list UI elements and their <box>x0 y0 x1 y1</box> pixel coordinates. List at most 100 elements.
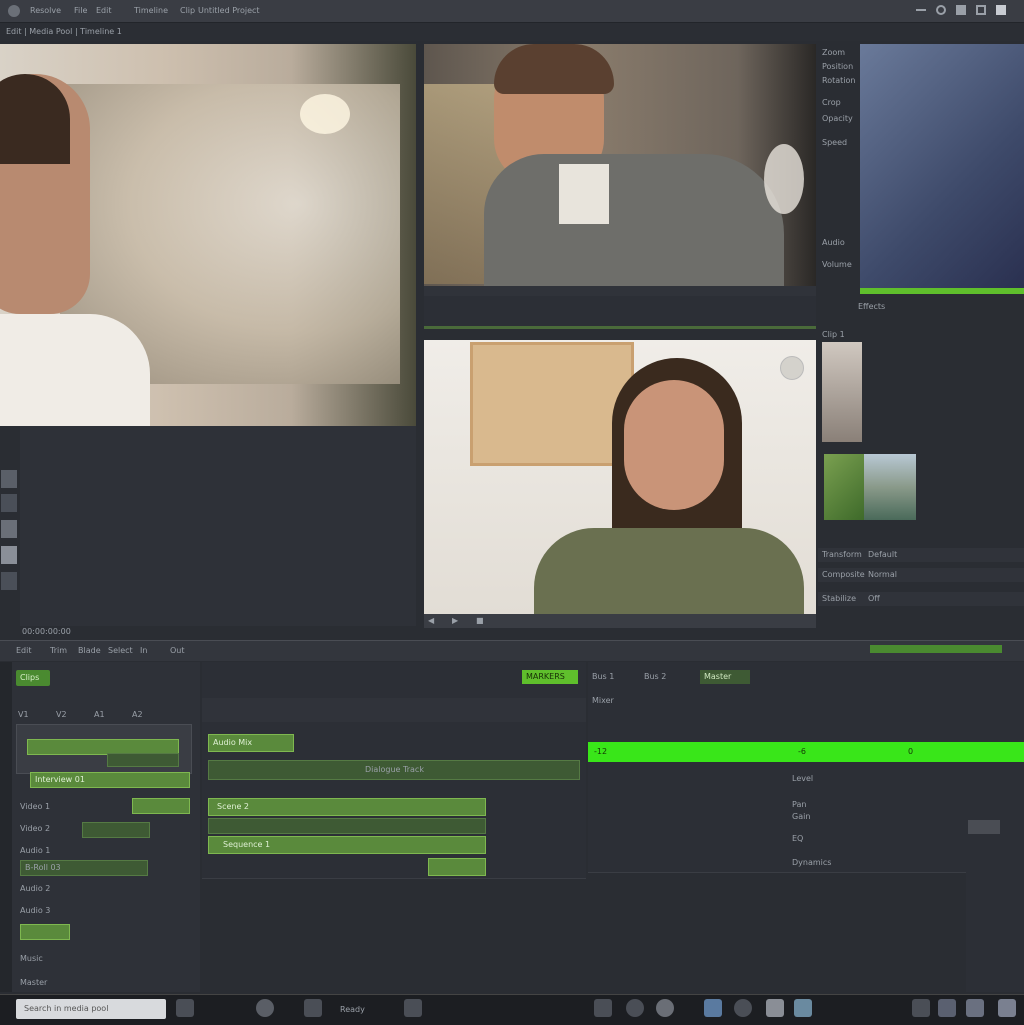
mixer-meter-bar: -12 -6 0 <box>588 742 1024 762</box>
minimize-icon[interactable] <box>916 9 926 11</box>
track-left-clip-4-label: B-Roll 03 <box>25 863 61 872</box>
app-icon-14[interactable] <box>966 999 984 1017</box>
timeline-tab-label: Clips <box>20 673 40 682</box>
menu-item-1[interactable]: File <box>74 6 87 16</box>
play-back-button[interactable]: ◀ <box>428 616 434 626</box>
inspector-row-1-name: Composite <box>822 570 865 579</box>
app-icon-12[interactable] <box>912 999 930 1017</box>
inspector-row-0-name: Transform <box>822 550 862 559</box>
grid-icon[interactable] <box>956 5 966 15</box>
flowers <box>764 144 804 214</box>
viewer-left-empty <box>20 426 416 626</box>
clip-main-5[interactable]: Sequence 1 <box>208 836 486 854</box>
menu-item-0[interactable]: Resolve <box>30 6 61 16</box>
viewer-top-scrubber[interactable] <box>424 286 816 296</box>
play-button[interactable]: ▶ <box>452 616 458 626</box>
app-icon-7[interactable] <box>656 999 674 1017</box>
inspector-label-1: Position <box>822 62 854 71</box>
track-label-2: Audio 1 <box>20 846 51 855</box>
menu-item-4[interactable]: Clip <box>180 6 195 16</box>
app-icon-13[interactable] <box>938 999 956 1017</box>
app-icon-5[interactable] <box>594 999 612 1017</box>
timeline-tool-1[interactable]: Trim <box>50 646 67 656</box>
markers-button[interactable]: MARKERS <box>522 670 578 684</box>
clip-main-3-label: Scene 2 <box>217 802 250 811</box>
app-icon-3[interactable] <box>304 999 322 1017</box>
track-left-clip-2[interactable] <box>132 798 190 814</box>
menu-item-2[interactable]: Edit <box>96 6 112 16</box>
mixer-tab-0[interactable]: Bus 1 <box>592 672 614 682</box>
inspector-row-0[interactable]: Transform Default <box>818 548 1024 562</box>
header-a2[interactable]: A2 <box>132 710 143 720</box>
header-a1[interactable]: A1 <box>94 710 105 720</box>
track-left-clip[interactable]: Interview 01 <box>30 772 190 788</box>
clip-main-1[interactable]: Audio Mix <box>208 734 294 752</box>
track-left-clip-4[interactable]: B-Roll 03 <box>20 860 148 876</box>
track-label-4: Audio 3 <box>20 906 51 915</box>
mixer-value-2: Gain <box>792 812 811 821</box>
left-thumb-strip[interactable] <box>0 430 18 630</box>
viewer-top[interactable] <box>424 44 816 286</box>
app-icon-2[interactable] <box>256 999 274 1017</box>
header-v2[interactable]: V2 <box>56 710 67 720</box>
inspector-row-2-name: Stabilize <box>822 594 856 603</box>
app-icon-9[interactable] <box>734 999 752 1017</box>
inspector-thumb-3[interactable] <box>864 454 916 520</box>
mixer-tab-2[interactable]: Master <box>704 672 731 682</box>
inspector-row-1[interactable]: Composite Normal <box>818 568 1024 582</box>
app-icon-10[interactable] <box>766 999 784 1017</box>
mixer-value-1: Pan <box>792 800 807 809</box>
app-icon-4[interactable] <box>404 999 422 1017</box>
timeline-tool-3[interactable]: Select <box>108 646 133 656</box>
mixer-button[interactable] <box>968 820 1000 834</box>
clip-main-6[interactable] <box>428 858 486 876</box>
timeline-tab-active[interactable]: Clips <box>16 670 50 686</box>
search-placeholder: Search in media pool <box>24 1004 109 1013</box>
app-icon-1[interactable] <box>176 999 194 1017</box>
inspector-preview[interactable] <box>860 44 1024 288</box>
timeline-tool-4[interactable]: In <box>140 646 147 656</box>
clip-main-4[interactable] <box>208 818 486 834</box>
mixer-title: Mixer <box>592 696 614 705</box>
mixer-tab-1[interactable]: Bus 2 <box>644 672 666 682</box>
inspector-label-7: Volume <box>822 260 852 269</box>
timeline-toolbar: Edit Trim Blade Select In Out <box>0 640 1024 661</box>
track-box-1-clip-b[interactable] <box>107 753 179 767</box>
inspector-thumb-2[interactable] <box>824 454 864 520</box>
track-box-1[interactable] <box>16 724 192 774</box>
app-icon-11[interactable] <box>794 999 812 1017</box>
timeline-tool-5[interactable]: Out <box>170 646 185 656</box>
settings-icon[interactable] <box>936 5 946 15</box>
search-input[interactable]: Search in media pool <box>16 999 166 1019</box>
inspector-row-2[interactable]: Stabilize Off <box>818 592 1024 606</box>
stop-button[interactable]: ■ <box>476 616 484 626</box>
track-label-1: Video 2 <box>20 824 51 833</box>
viewer-bottom[interactable] <box>424 340 816 614</box>
mixer-meter-0: -12 <box>594 747 608 756</box>
inspector-clip-label: Clip 1 <box>822 330 845 339</box>
clip-main-3[interactable]: Scene 2 <box>208 798 486 816</box>
clip-main-2[interactable]: Dialogue Track <box>208 760 580 780</box>
header-v1[interactable]: V1 <box>18 710 29 720</box>
maximize-icon[interactable] <box>996 5 1006 15</box>
menu-item-3[interactable]: Timeline <box>134 6 168 16</box>
app-icon-15[interactable] <box>998 999 1016 1017</box>
viewer-left[interactable] <box>0 44 416 426</box>
app-icon-6[interactable] <box>626 999 644 1017</box>
clip-main-2-label: Dialogue Track <box>365 765 424 774</box>
timeline-tool-2[interactable]: Blade <box>78 646 101 656</box>
timeline-tool-0[interactable]: Edit <box>16 646 32 656</box>
mixer-value-3: EQ <box>792 834 804 843</box>
app-icon-8[interactable] <box>704 999 722 1017</box>
layout-icon[interactable] <box>976 5 986 15</box>
viewer-left-timecode: 00:00:00:00 <box>22 627 71 636</box>
timeline-lower-box <box>202 878 586 993</box>
track-left-clip-3[interactable] <box>82 822 150 838</box>
mixer-value-4: Dynamics <box>792 858 832 867</box>
inspector-thumb-1[interactable] <box>822 342 862 442</box>
inspector-label-2: Rotation <box>822 76 856 85</box>
person-silhouette <box>0 74 150 426</box>
inspector-label-3: Crop <box>822 98 841 107</box>
track-left-clip-5[interactable] <box>20 924 70 940</box>
person-woman <box>534 358 804 614</box>
